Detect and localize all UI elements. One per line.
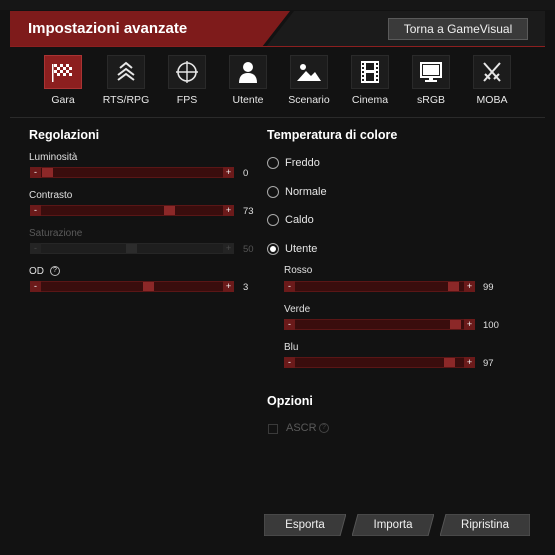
red-label: Rosso bbox=[284, 265, 313, 276]
saturation-value: 50 bbox=[243, 244, 254, 255]
brightness-slider-thumb[interactable] bbox=[42, 168, 53, 177]
green-decrease-button[interactable]: - bbox=[284, 319, 295, 330]
brightness-decrease-button[interactable]: - bbox=[30, 167, 41, 178]
landscape-icon bbox=[290, 55, 328, 89]
contrast-decrease-button[interactable]: - bbox=[30, 205, 41, 216]
mode-cinema[interactable]: Cinema bbox=[338, 53, 402, 113]
color-temperature-title: Temperatura di colore bbox=[267, 128, 398, 142]
import-button[interactable]: Importa bbox=[352, 514, 434, 536]
green-value: 100 bbox=[483, 320, 499, 331]
red-slider-thumb[interactable] bbox=[448, 282, 459, 291]
blue-value: 97 bbox=[483, 358, 494, 369]
radio-caldo[interactable] bbox=[267, 214, 279, 226]
blue-slider-thumb[interactable] bbox=[444, 358, 455, 367]
mode-label: Utente bbox=[232, 94, 264, 106]
saturation-slider: - + bbox=[30, 243, 234, 254]
radio-normale-label[interactable]: Normale bbox=[285, 186, 327, 198]
brightness-label: Luminosità bbox=[29, 152, 78, 163]
contrast-slider[interactable]: - + bbox=[30, 205, 234, 216]
blue-slider[interactable]: - + bbox=[284, 357, 475, 368]
saturation-slider-thumb bbox=[126, 244, 137, 253]
advanced-settings-window: Impostazioni avanzate Torna a GameVisual… bbox=[0, 0, 555, 555]
mode-rts-rpg[interactable]: RTS/RPG bbox=[94, 53, 158, 113]
green-label: Verde bbox=[284, 304, 311, 315]
crossed-swords-icon bbox=[473, 55, 511, 89]
ascr-label: ASCR bbox=[286, 422, 317, 434]
contrast-label: Contrasto bbox=[29, 190, 73, 201]
header-bar: Impostazioni avanzate Torna a GameVisual bbox=[10, 11, 545, 47]
adjustments-title: Regolazioni bbox=[29, 128, 100, 142]
red-increase-button[interactable]: + bbox=[464, 281, 475, 292]
red-slider[interactable]: - + bbox=[284, 281, 475, 292]
page-title: Impostazioni avanzate bbox=[28, 20, 188, 37]
mode-label: sRGB bbox=[416, 94, 445, 106]
radio-normale[interactable] bbox=[267, 186, 279, 198]
saturation-label: Saturazione bbox=[29, 228, 83, 239]
racing-flag-icon bbox=[44, 55, 82, 89]
monitor-icon bbox=[412, 55, 450, 89]
od-value: 3 bbox=[243, 282, 249, 293]
mode-gara[interactable]: Gara bbox=[31, 53, 95, 113]
radio-caldo-label[interactable]: Caldo bbox=[285, 214, 314, 226]
od-slider[interactable]: - + bbox=[30, 281, 234, 292]
rank-chevron-icon bbox=[107, 55, 145, 89]
mode-moba[interactable]: MOBA bbox=[460, 53, 524, 113]
mode-utente[interactable]: Utente bbox=[216, 53, 280, 113]
mode-srgb[interactable]: sRGB bbox=[399, 53, 463, 113]
radio-freddo-label[interactable]: Freddo bbox=[285, 157, 320, 169]
contrast-increase-button[interactable]: + bbox=[223, 205, 234, 216]
mode-label: Cinema bbox=[351, 94, 389, 106]
blue-label: Blu bbox=[284, 342, 299, 353]
divider bbox=[10, 117, 545, 118]
mode-label: RTS/RPG bbox=[102, 94, 150, 106]
blue-decrease-button[interactable]: - bbox=[284, 357, 295, 368]
blue-increase-button[interactable]: + bbox=[464, 357, 475, 368]
export-button[interactable]: Esporta bbox=[264, 514, 346, 536]
radio-utente[interactable] bbox=[267, 243, 279, 255]
mode-fps[interactable]: FPS bbox=[155, 53, 219, 113]
back-to-gamevisual-button[interactable]: Torna a GameVisual bbox=[388, 18, 528, 40]
mode-label: MOBA bbox=[476, 94, 508, 106]
od-decrease-button[interactable]: - bbox=[30, 281, 41, 292]
reset-button[interactable]: Ripristina bbox=[440, 514, 530, 536]
user-icon bbox=[229, 55, 267, 89]
mode-label: Gara bbox=[51, 94, 75, 106]
mode-label: FPS bbox=[176, 94, 198, 106]
film-icon bbox=[351, 55, 389, 89]
ascr-help-icon: ? bbox=[319, 423, 329, 433]
title-strip bbox=[0, 0, 555, 10]
contrast-slider-thumb[interactable] bbox=[164, 206, 175, 215]
radio-utente-label[interactable]: Utente bbox=[285, 243, 317, 255]
saturation-increase-button: + bbox=[223, 243, 234, 254]
od-slider-thumb[interactable] bbox=[143, 282, 154, 291]
red-value: 99 bbox=[483, 282, 494, 293]
saturation-decrease-button: - bbox=[30, 243, 41, 254]
od-increase-button[interactable]: + bbox=[223, 281, 234, 292]
contrast-value: 73 bbox=[243, 206, 254, 217]
od-help-icon[interactable]: ? bbox=[50, 266, 60, 276]
od-label: OD bbox=[29, 266, 44, 277]
brightness-value: 0 bbox=[243, 168, 249, 179]
ascr-checkbox bbox=[268, 424, 278, 434]
import-button-label: Importa bbox=[373, 519, 413, 531]
export-button-label: Esporta bbox=[285, 519, 325, 531]
brightness-increase-button[interactable]: + bbox=[223, 167, 234, 178]
radio-freddo[interactable] bbox=[267, 157, 279, 169]
mode-selector: Gara RTS/RPG FPS Utente Scenario Cinema … bbox=[10, 47, 545, 117]
brightness-slider[interactable]: - + bbox=[30, 167, 234, 178]
green-increase-button[interactable]: + bbox=[464, 319, 475, 330]
reset-button-label: Ripristina bbox=[461, 519, 509, 531]
crosshair-icon bbox=[168, 55, 206, 89]
mode-scenario[interactable]: Scenario bbox=[277, 53, 341, 113]
green-slider-thumb[interactable] bbox=[450, 320, 461, 329]
red-decrease-button[interactable]: - bbox=[284, 281, 295, 292]
mode-label: Scenario bbox=[288, 94, 330, 106]
options-title: Opzioni bbox=[267, 394, 313, 408]
green-slider[interactable]: - + bbox=[284, 319, 475, 330]
